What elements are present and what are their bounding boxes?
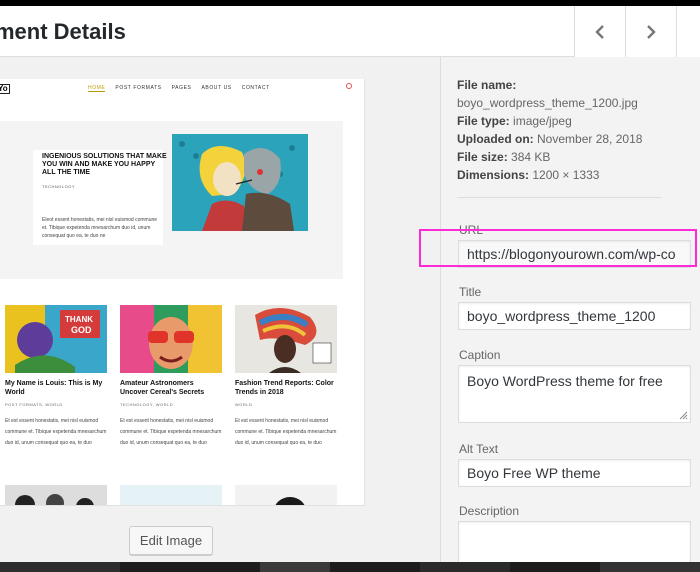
preview-card-image [120,485,222,505]
preview-nav: HOME POST FORMATS PAGES ABOUT US CONTACT [88,85,270,92]
divider [457,197,661,198]
dimensions-value: 1200 × 1333 [532,168,600,182]
attachment-details-modal: ment Details Yo HOME POST FORMATS PAGES … [0,6,700,562]
preview-card-image [235,305,337,373]
caption-field[interactable]: Boyo WordPress theme for free [458,365,691,423]
preview-card: Amateur Astronomers Uncover Cereal's Sec… [120,305,222,449]
background-strip-bottom [0,562,700,572]
description-field[interactable] [458,521,691,562]
description-label: Description [459,504,520,518]
file-name-label: File name: [457,78,517,92]
preview-card-text: Et est essent honestatis, mei nisl euism… [120,418,222,446]
preview-card-text: Et est essent honestatis, mei nisl euism… [235,418,337,446]
preview-card: THANK GOD My Name is Louis: This is My W… [5,305,107,449]
previous-button[interactable] [574,6,625,57]
preview-card-image [235,485,337,505]
svg-text:GOD: GOD [71,325,92,335]
file-size-label: File size: [457,150,508,164]
preview-card-category: TECHNOLOGY, WORLD [120,402,174,407]
file-metadata: File name: boyo_wordpress_theme_1200.jpg… [457,76,642,184]
chevron-right-icon [647,24,656,39]
preview-card-category: POST FORMATS, WORLD [5,402,63,407]
title-label: Title [459,285,482,299]
preview-card-title: Amateur Astronomers Uncover Cereal's Sec… [120,380,205,396]
preview-search-icon [346,83,352,89]
preview-card: Fashion Trend Reports: Color Trends in 2… [235,305,337,449]
close-button[interactable] [676,6,700,57]
preview-hero-text: Eleot essent honestatis, mei nisl euismo… [42,217,158,239]
image-preview: Yo HOME POST FORMATS PAGES ABOUT US CONT… [0,79,365,506]
caption-text: Boyo WordPress theme for free [467,373,663,389]
preview-card-text: Et est essent honestatis, mei nisl euism… [5,418,107,446]
uploaded-value: November 28, 2018 [537,132,643,146]
preview-hero-title: INGENIOUS SOLUTIONS THAT MAKE YOU WIN AN… [42,153,167,176]
preview-nav-item: ABOUT US [201,85,232,91]
preview-hero-category: TECHNOLOGY [42,184,76,189]
modal-header: ment Details [0,6,700,57]
resize-grip-icon[interactable] [678,410,688,420]
preview-card-title: My Name is Louis: This is My World [5,380,103,396]
preview-card-image: THANK GOD [5,305,107,373]
url-highlight-box [419,229,697,267]
preview-card-title: Fashion Trend Reports: Color Trends in 2… [235,380,334,396]
preview-nav-item: CONTACT [241,85,270,91]
media-preview-pane: Yo HOME POST FORMATS PAGES ABOUT US CONT… [0,57,440,562]
preview-card-image [120,305,222,373]
file-type-value: image/jpeg [513,114,572,128]
title-field[interactable]: boyo_wordpress_theme_1200 [458,302,691,330]
chevron-left-icon [595,24,604,39]
dimensions-label: Dimensions: [457,168,530,182]
alt-text-field[interactable]: Boyo Free WP theme [458,459,691,487]
file-name-value: boyo_wordpress_theme_1200.jpg [457,96,638,110]
attachment-details-sidebar: File name: boyo_wordpress_theme_1200.jpg… [440,57,700,562]
preview-nav-item: HOME [88,85,106,92]
alt-text-label: Alt Text [459,442,499,456]
preview-card-image [5,485,107,505]
file-type-label: File type: [457,114,510,128]
svg-text:THANK: THANK [65,315,93,324]
page-title: ment Details [0,19,126,44]
next-button[interactable] [625,6,676,57]
preview-nav-item: POST FORMATS [115,85,162,91]
preview-logo: Yo [0,84,10,94]
file-size-value: 384 KB [511,150,551,164]
uploaded-label: Uploaded on: [457,132,534,146]
preview-nav-item: PAGES [171,85,192,91]
edit-image-button[interactable]: Edit Image [129,526,213,555]
caption-label: Caption [459,348,501,362]
preview-hero-artwork [172,134,308,231]
preview-card-category: WORLD [235,402,253,407]
